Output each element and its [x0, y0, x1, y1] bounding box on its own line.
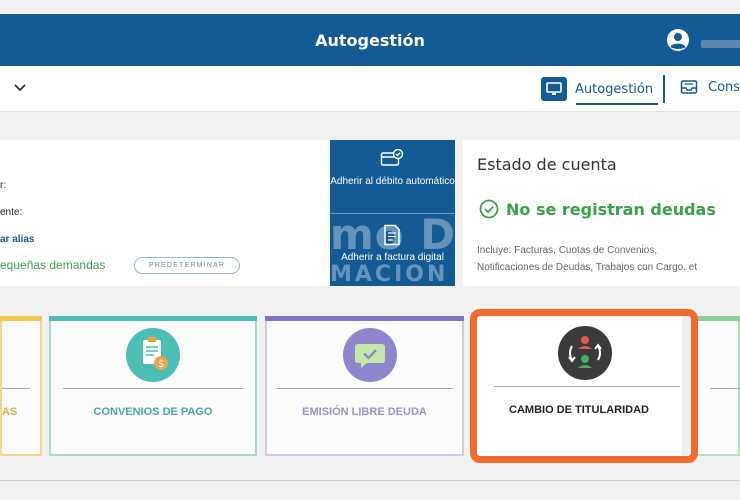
estado-status: No se registran deudas: [479, 199, 716, 219]
monitor-icon: [541, 77, 567, 101]
predeterminar-button[interactable]: PREDETERMINAR: [134, 257, 240, 274]
inbox-icon: [680, 80, 698, 94]
tile-convenios-de-pago[interactable]: $ CONVENIOS DE PAGO: [49, 316, 257, 456]
account-field-label: r:: [0, 180, 7, 191]
tile-accent-bar: [265, 316, 464, 321]
active-tab-underline: [576, 103, 658, 105]
tab-consultas[interactable]: Cons: [680, 79, 740, 95]
estado-cuenta-title: Estado de cuenta: [477, 155, 617, 174]
tab-consultas-label: Cons: [708, 79, 740, 95]
app-title: Autogestión: [315, 31, 425, 50]
user-name-redacted[interactable]: [701, 40, 740, 48]
tile-label: CONVENIOS DE PAGO: [93, 406, 213, 418]
adherir-debito-button[interactable]: Adherir al débito automático: [330, 174, 455, 189]
change-alias-link[interactable]: ar alias: [0, 234, 34, 245]
app-header: Autogestión: [0, 14, 740, 66]
tile-partial-right[interactable]: [696, 316, 740, 456]
tile-divider: [277, 388, 453, 389]
document-icon: [384, 224, 400, 246]
card-check-icon: [380, 149, 404, 166]
tile-accent-bar: [49, 316, 257, 321]
tile-label: EMISIÓN LIBRE DEUDA: [302, 406, 427, 418]
chat-check-icon: [343, 328, 397, 382]
nav-separator: [663, 75, 665, 103]
estado-includes-text: Incluye: Facturas, Cuotas de Convenios, …: [477, 242, 740, 276]
tile-divider: [2, 388, 30, 389]
actions-card: Adherir al débito automático Adherir a f…: [330, 140, 455, 286]
user-avatar-icon[interactable]: [666, 28, 690, 52]
estado-includes-line: Incluye: Facturas, Cuotas de Convenios,: [477, 245, 658, 256]
highlight-frame: [470, 309, 698, 463]
tile-divider: [710, 388, 740, 389]
account-field-label: ente:: [0, 207, 23, 218]
tile-emision-libre-deuda[interactable]: EMISIÓN LIBRE DEUDA: [265, 316, 464, 456]
check-circle-icon: [479, 199, 499, 219]
pequenas-demandas-label: equeñas demandas: [0, 258, 106, 272]
adherir-factura-digital-button[interactable]: Adherir a factura digital: [330, 250, 455, 265]
chevron-down-icon[interactable]: [12, 79, 28, 95]
estado-includes-line: Notificaciones de Deudas, Trabajos con C…: [477, 262, 698, 273]
tile-accent-bar: [0, 316, 42, 321]
svg-text:$: $: [158, 359, 164, 370]
tab-autogestion-label: Autogestión: [575, 81, 654, 97]
bottom-divider: [0, 480, 740, 481]
nav-bar: Autogestión Cons: [0, 66, 740, 112]
tile-accent-bar: [696, 316, 740, 321]
estado-status-text: No se registran deudas: [506, 199, 716, 219]
actions-divider: [330, 213, 455, 214]
clipboard-money-icon: $: [126, 328, 180, 382]
tile-label: AS: [2, 406, 18, 418]
tile-divider: [63, 388, 243, 389]
tab-autogestion[interactable]: Autogestión: [541, 76, 658, 105]
account-card: r: ente: ar alias equeñas demandas PREDE…: [0, 140, 330, 286]
estado-cuenta-card: Estado de cuenta No se registran deudas …: [463, 140, 740, 286]
tile-partial-left[interactable]: AS: [0, 316, 42, 456]
